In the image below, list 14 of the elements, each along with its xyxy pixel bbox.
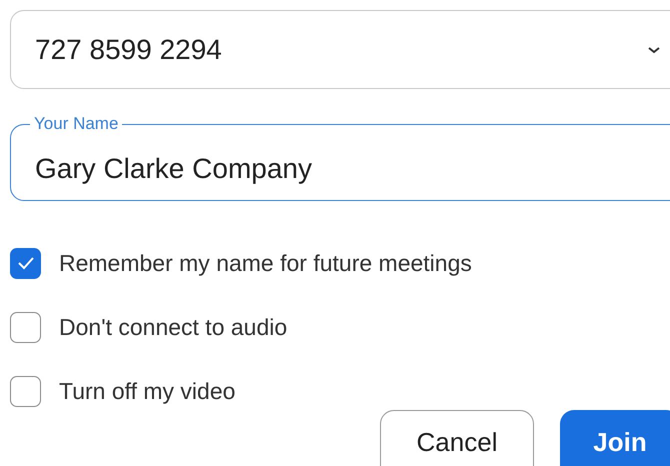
checkbox-label: Don't connect to audio (59, 312, 288, 342)
cancel-button[interactable]: Cancel (380, 410, 534, 466)
checkbox-label: Turn off my video (59, 376, 236, 406)
checkmark-icon (16, 256, 34, 270)
meeting-id-dropdown[interactable]: 727 8599 2294 (10, 10, 670, 89)
field-label: Your Name (30, 115, 122, 132)
join-button[interactable]: Join (560, 410, 670, 466)
checkbox[interactable] (10, 312, 41, 342)
checkbox[interactable] (10, 248, 41, 278)
chevron-down-icon (647, 45, 661, 55)
name-value: Gary Clarke Company (35, 152, 312, 186)
checkbox[interactable] (10, 376, 41, 406)
checkbox-label: Remember my name for future meetings (59, 248, 472, 278)
meeting-id-value: 727 8599 2294 (35, 32, 222, 66)
